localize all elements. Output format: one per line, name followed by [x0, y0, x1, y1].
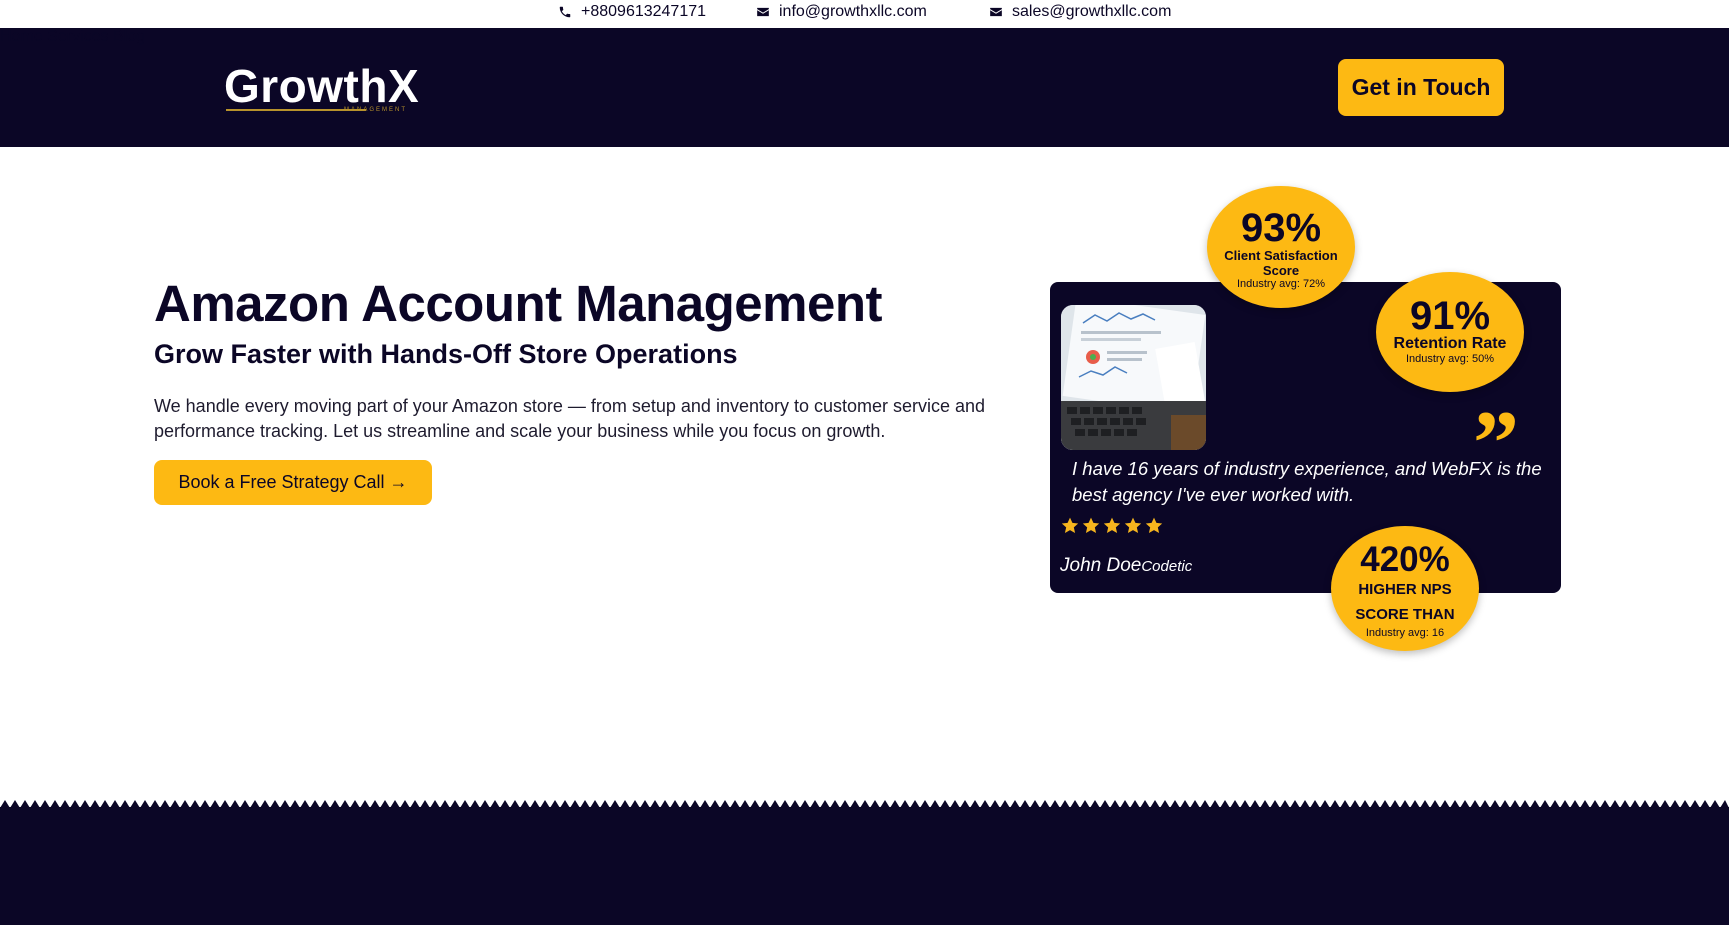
author-company: Codetic	[1141, 558, 1193, 575]
nav-services[interactable]: Services	[47, 28, 108, 45]
analytics-laptop-image	[1061, 305, 1206, 450]
growthx-logo[interactable]: GrowthX MANAGEMENT	[224, 60, 446, 116]
info-email-link[interactable]: info@growthxllc.com	[756, 3, 927, 21]
phone-icon	[559, 6, 571, 18]
stat-client-satisfaction: 93% Client Satisfaction Score Industry a…	[1207, 186, 1355, 308]
star-icon	[1082, 517, 1100, 533]
star-icon	[1061, 517, 1079, 533]
star-rating	[1060, 516, 1164, 536]
nav-blog[interactable]: Blog	[113, 28, 145, 45]
stat-industry-avg: Industry avg: 16	[1365, 627, 1445, 639]
stat-value: 91%	[1409, 294, 1491, 338]
envelope-icon	[757, 7, 769, 17]
author-name: John Doe	[1060, 555, 1142, 576]
stat-industry-avg: Industry avg: 72%	[1236, 278, 1326, 290]
page-title: Amazon Account Management	[154, 275, 883, 332]
testimonial-author: John DoeCodetic	[1060, 555, 1192, 577]
dark-section	[0, 807, 1729, 925]
stat-label: HIGHER NPS SCORE THAN	[1355, 581, 1455, 623]
star-icon	[1103, 517, 1121, 533]
stat-label: Retention Rate	[1393, 335, 1507, 352]
site-header: GrowthX MANAGEMENT Home Services Blog Ge…	[0, 28, 1729, 147]
star-icon	[1124, 517, 1142, 533]
hero-description: We handle every moving part of your Amaz…	[154, 396, 986, 441]
stat-label: Client Satisfaction Score	[1224, 248, 1338, 278]
sales-email: sales@growthxllc.com	[1012, 3, 1172, 20]
sales-email-link[interactable]: sales@growthxllc.com	[989, 3, 1171, 21]
testimonial-quote: I have 16 years of industry experience, …	[1072, 458, 1542, 505]
logo-subtitle: MANAGEMENT	[344, 107, 408, 113]
contact-bar: +8809613247171 info@growthxllc.com sales…	[0, 0, 1729, 28]
stat-nps-score: 420% HIGHER NPS SCORE THAN Industry avg:…	[1331, 526, 1479, 651]
page-subtitle: Grow Faster with Hands-Off Store Operati…	[154, 339, 738, 369]
stat-retention-rate: 91% Retention Rate Industry avg: 50%	[1376, 272, 1524, 392]
stat-industry-avg: Industry avg: 50%	[1405, 353, 1495, 365]
star-icon	[1145, 517, 1163, 533]
nav-home[interactable]: Home	[0, 28, 43, 45]
stat-value: 420%	[1360, 540, 1450, 579]
phone-number: +8809613247171	[581, 3, 707, 20]
phone-link[interactable]: +8809613247171	[558, 3, 706, 21]
info-email: info@growthxllc.com	[779, 3, 927, 20]
get-in-touch-button[interactable]: Get in Touch	[1338, 59, 1504, 116]
logo-wordmark: GrowthX	[224, 60, 420, 112]
envelope-icon	[990, 7, 1002, 17]
stat-value: 93%	[1240, 206, 1322, 250]
book-strategy-call-button[interactable]: Book a Free Strategy Call →	[154, 460, 432, 505]
